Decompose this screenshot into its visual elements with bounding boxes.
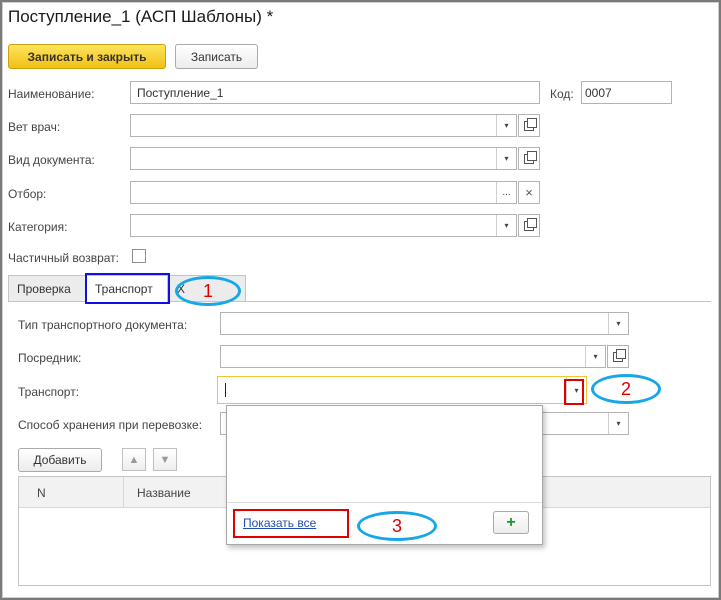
annotation-ellipse-1: 1 bbox=[175, 276, 241, 306]
vet-field[interactable]: ▾ bbox=[130, 114, 517, 137]
storage-dropdown-icon[interactable]: ▾ bbox=[608, 413, 628, 434]
tab-check[interactable]: Проверка bbox=[8, 275, 86, 301]
code-value: 0007 bbox=[585, 85, 612, 100]
partial-return-label: Частичный возврат: bbox=[8, 251, 119, 265]
category-field[interactable]: ▾ bbox=[130, 214, 517, 237]
annotation-number-2: 2 bbox=[620, 378, 631, 399]
name-label: Наименование: bbox=[8, 87, 95, 101]
vet-open-button[interactable] bbox=[518, 114, 540, 137]
filter-clear-button[interactable]: × bbox=[518, 181, 540, 204]
filter-label: Отбор: bbox=[8, 187, 47, 201]
annotation-number-3: 3 bbox=[391, 515, 402, 536]
name-field[interactable]: Поступление_1 bbox=[130, 81, 540, 104]
vet-label: Вет врач: bbox=[8, 120, 61, 134]
open-icon bbox=[524, 150, 537, 164]
doc-type-field[interactable]: ▾ bbox=[130, 147, 517, 170]
window-title: Поступление_1 (АСП Шаблоны) * bbox=[8, 7, 274, 26]
arrow-up-icon: ▲ bbox=[128, 453, 140, 466]
code-label: Код: bbox=[550, 87, 574, 101]
annotation-red-box-show-all bbox=[233, 509, 349, 538]
transport-label: Транспорт: bbox=[18, 385, 80, 399]
partial-return-checkbox[interactable] bbox=[132, 249, 146, 263]
category-dropdown-icon[interactable]: ▾ bbox=[496, 215, 516, 236]
annotation-ellipse-3: 3 bbox=[357, 511, 437, 541]
tab-check-label: Проверка bbox=[17, 281, 71, 296]
annotation-number-1: 1 bbox=[202, 280, 213, 301]
open-icon bbox=[524, 217, 537, 231]
intermediary-field[interactable]: ▾ bbox=[220, 345, 606, 368]
transport-doc-type-dropdown-icon[interactable]: ▾ bbox=[608, 313, 628, 334]
annotation-red-box-dropdown bbox=[564, 379, 584, 405]
transport-doc-type-field[interactable]: ▾ bbox=[220, 312, 629, 335]
category-label: Категория: bbox=[8, 220, 68, 234]
doc-type-label: Вид документа: bbox=[8, 153, 95, 167]
vet-dropdown-icon[interactable]: ▾ bbox=[496, 115, 516, 136]
filter-select-icon[interactable]: ... bbox=[496, 182, 516, 203]
filter-field[interactable]: ... bbox=[130, 181, 517, 204]
move-down-button[interactable]: ▼ bbox=[153, 448, 177, 471]
create-button[interactable]: + bbox=[493, 511, 529, 534]
doc-type-open-button[interactable] bbox=[518, 147, 540, 170]
text-cursor bbox=[225, 383, 226, 397]
name-value: Поступление_1 bbox=[137, 85, 224, 100]
save-button[interactable]: Записать bbox=[175, 44, 258, 69]
column-name[interactable]: Название bbox=[137, 486, 191, 500]
intermediary-label: Посредник: bbox=[18, 351, 82, 365]
annotation-blue-box bbox=[85, 273, 170, 304]
clear-icon: × bbox=[525, 185, 533, 200]
move-up-button[interactable]: ▲ bbox=[122, 448, 146, 471]
intermediary-open-button[interactable] bbox=[607, 345, 629, 368]
category-open-button[interactable] bbox=[518, 214, 540, 237]
plus-icon: + bbox=[506, 513, 516, 531]
column-n[interactable]: N bbox=[37, 486, 46, 500]
add-button[interactable]: Добавить bbox=[18, 448, 102, 472]
storage-label: Способ хранения при перевозке: bbox=[18, 418, 203, 432]
transport-field[interactable]: ▾ bbox=[217, 376, 587, 404]
arrow-down-icon: ▼ bbox=[159, 453, 171, 466]
open-icon bbox=[524, 117, 537, 131]
open-icon bbox=[613, 348, 626, 362]
save-and-close-button[interactable]: Записать и закрыть bbox=[8, 44, 166, 69]
annotation-ellipse-2: 2 bbox=[591, 374, 661, 404]
intermediary-dropdown-icon[interactable]: ▾ bbox=[585, 346, 605, 367]
doc-type-dropdown-icon[interactable]: ▾ bbox=[496, 148, 516, 169]
code-field[interactable]: 0007 bbox=[581, 81, 672, 104]
transport-doc-type-label: Тип транспортного документа: bbox=[18, 318, 188, 332]
